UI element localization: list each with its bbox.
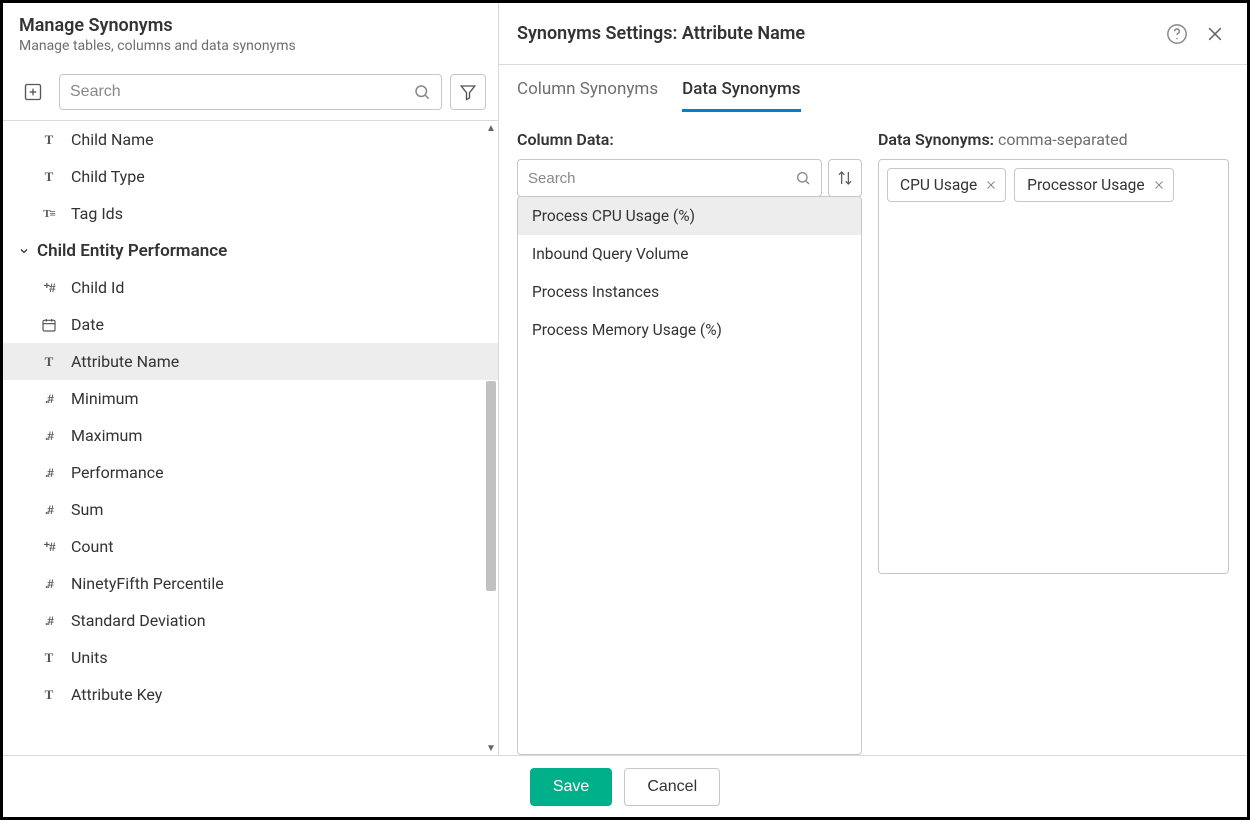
plus-icon (23, 82, 43, 102)
decimal-type-icon (39, 575, 59, 593)
tree-scrollbar[interactable]: ▲ ▼ (484, 121, 498, 755)
footer: Save Cancel (3, 755, 1247, 817)
tree-group-label: Child Entity Performance (37, 241, 227, 261)
add-button[interactable] (15, 74, 51, 110)
help-icon (1166, 23, 1188, 45)
close-icon (1205, 24, 1225, 44)
tree-item-label: Attribute Key (71, 685, 162, 704)
help-button[interactable] (1163, 20, 1191, 48)
column-data-item[interactable]: Process Instances (518, 273, 861, 311)
decimal-type-icon (39, 464, 59, 482)
synonym-chip: CPU Usage (887, 168, 1006, 202)
text-type-icon (39, 168, 59, 186)
chevron-down-icon (17, 244, 31, 258)
tree-item[interactable]: Child Name (3, 121, 498, 158)
page-subtitle: Manage tables, columns and data synonyms (19, 38, 482, 54)
sort-button[interactable] (828, 159, 862, 197)
left-pane: Manage Synonyms Manage tables, columns a… (3, 3, 499, 755)
data-synonyms-label: Data Synonyms: comma-separated (878, 130, 1229, 149)
close-icon (1153, 179, 1165, 191)
column-data-search-input[interactable] (528, 170, 789, 187)
synonym-chip: Processor Usage (1014, 168, 1173, 202)
tree-item[interactable]: Count (3, 528, 498, 565)
text-type-icon (39, 353, 59, 371)
synonyms-box[interactable]: CPU Usage Processor Usage (878, 159, 1229, 574)
tab-data-synonyms[interactable]: Data Synonyms (682, 79, 800, 112)
tree-item-label: Attribute Name (71, 352, 179, 371)
tab-column-synonyms[interactable]: Column Synonyms (517, 79, 658, 112)
tree-item[interactable]: Child Type (3, 158, 498, 195)
tree-item[interactable]: Sum (3, 491, 498, 528)
tree-item[interactable]: Maximum (3, 417, 498, 454)
column-data-item[interactable]: Process Memory Usage (%) (518, 311, 861, 349)
id-number-type-icon (39, 279, 59, 297)
right-pane: Synonyms Settings: Attribute Name Column… (499, 3, 1247, 755)
text-type-icon (39, 686, 59, 704)
tree-item-label: Count (71, 537, 113, 556)
chip-remove-button[interactable] (1153, 179, 1165, 191)
scroll-up-icon[interactable]: ▲ (484, 121, 498, 135)
decimal-type-icon (39, 427, 59, 445)
column-data-item[interactable]: Process CPU Usage (%) (518, 197, 861, 235)
filter-icon (459, 83, 477, 101)
page-title: Manage Synonyms (19, 15, 482, 36)
tree-item[interactable]: Date (3, 306, 498, 343)
tree-item-label: Units (71, 648, 108, 667)
text-type-icon (39, 649, 59, 667)
chip-remove-button[interactable] (985, 179, 997, 191)
tree-group[interactable]: Child Entity Performance (3, 232, 498, 269)
settings-title: Synonyms Settings: Attribute Name (517, 23, 1153, 44)
decimal-type-icon (39, 390, 59, 408)
scroll-thumb[interactable] (486, 381, 496, 591)
column-data-list: Process CPU Usage (%)Inbound Query Volum… (517, 196, 862, 755)
tree-item[interactable]: Attribute Name (3, 343, 498, 380)
tree-item-label: Tag Ids (71, 204, 123, 223)
tree-item-label: Child Id (71, 278, 124, 297)
tree-item-label: Minimum (71, 389, 138, 408)
search-icon (795, 170, 811, 186)
tree-item-label: Child Type (71, 167, 145, 186)
tree-item[interactable]: Minimum (3, 380, 498, 417)
save-button[interactable]: Save (530, 768, 612, 806)
tree-item-label: Maximum (71, 426, 142, 445)
tree-item[interactable]: NinetyFifth Percentile (3, 565, 498, 602)
tree-item[interactable]: Attribute Key (3, 676, 498, 713)
tag-type-icon (39, 205, 59, 223)
tree: Child Name Child Type Tag Ids Child Entity … (3, 121, 498, 755)
tree-item-label: Date (71, 315, 104, 334)
id-number-type-icon (39, 538, 59, 556)
column-data-label: Column Data: (517, 130, 862, 149)
decimal-type-icon (39, 501, 59, 519)
cancel-button[interactable]: Cancel (624, 768, 720, 806)
synonym-chip-label: CPU Usage (900, 176, 977, 194)
tree-item-label: Standard Deviation (71, 611, 206, 630)
sort-icon (837, 170, 853, 186)
text-type-icon (39, 131, 59, 149)
tree-item[interactable]: Performance (3, 454, 498, 491)
tree-item-label: NinetyFifth Percentile (71, 574, 224, 593)
close-button[interactable] (1201, 20, 1229, 48)
tabs: Column Synonyms Data Synonyms (499, 65, 1247, 112)
tree-item-label: Child Name (71, 130, 154, 149)
tree-item[interactable]: Child Id (3, 269, 498, 306)
tree-item-label: Sum (71, 500, 103, 519)
tree-item[interactable]: Standard Deviation (3, 602, 498, 639)
tree-item-label: Performance (71, 463, 164, 482)
tree-item[interactable]: Units (3, 639, 498, 676)
tree-search-input[interactable] (70, 83, 405, 101)
filter-button[interactable] (450, 74, 486, 110)
column-data-item[interactable]: Inbound Query Volume (518, 235, 861, 273)
tree-search[interactable] (59, 74, 442, 110)
decimal-type-icon (39, 612, 59, 630)
synonym-chip-label: Processor Usage (1027, 176, 1144, 194)
search-icon (413, 83, 431, 101)
calendar-icon (39, 316, 59, 334)
close-icon (985, 179, 997, 191)
column-data-search[interactable] (517, 159, 822, 197)
tree-item[interactable]: Tag Ids (3, 195, 498, 232)
scroll-down-icon[interactable]: ▼ (484, 741, 498, 755)
